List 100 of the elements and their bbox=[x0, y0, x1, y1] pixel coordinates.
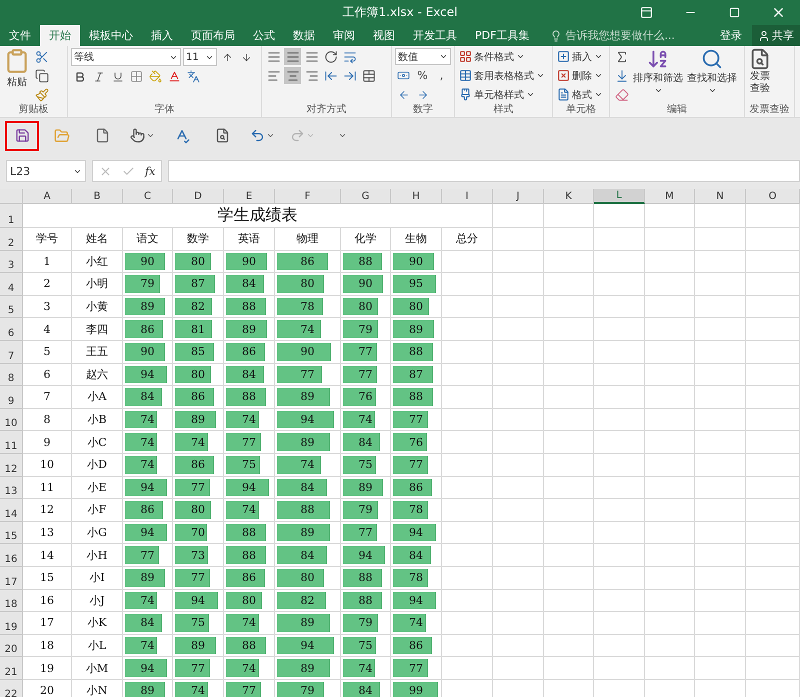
cancel-icon[interactable] bbox=[99, 164, 112, 178]
empty-cell[interactable] bbox=[695, 250, 746, 274]
empty-cell[interactable] bbox=[493, 657, 544, 680]
row-header[interactable]: 14 bbox=[0, 499, 23, 522]
row-header[interactable]: 19 bbox=[0, 612, 23, 635]
empty-cell[interactable] bbox=[544, 340, 594, 364]
empty-cell[interactable] bbox=[493, 566, 544, 590]
empty-cell[interactable] bbox=[544, 431, 594, 454]
empty-cell[interactable] bbox=[544, 228, 594, 251]
column-header[interactable]: N bbox=[695, 189, 746, 204]
empty-cell[interactable] bbox=[645, 590, 695, 612]
column-header[interactable]: H bbox=[391, 189, 442, 204]
empty-cell[interactable] bbox=[594, 318, 645, 341]
empty-cell[interactable] bbox=[645, 657, 695, 680]
empty-cell[interactable] bbox=[695, 273, 746, 296]
empty-cell[interactable] bbox=[695, 296, 746, 318]
number-format-field[interactable]: 数值 bbox=[395, 48, 451, 65]
empty-cell[interactable] bbox=[746, 364, 800, 386]
row-header[interactable]: 4 bbox=[0, 273, 23, 296]
ribbon-tab[interactable]: 开始 bbox=[40, 25, 80, 46]
styles-menu-button[interactable]: 套用表格格式 bbox=[458, 67, 546, 84]
empty-cell[interactable] bbox=[695, 431, 746, 454]
empty-cell[interactable] bbox=[594, 499, 645, 522]
column-header[interactable]: D bbox=[173, 189, 224, 204]
tell-me-field[interactable]: 告诉我您想要做什么... bbox=[546, 25, 679, 46]
column-header[interactable]: L bbox=[594, 189, 645, 204]
column-header[interactable]: E bbox=[224, 189, 275, 204]
row-header[interactable]: 17 bbox=[0, 566, 23, 590]
empty-cell[interactable] bbox=[746, 476, 800, 500]
select-all-button[interactable] bbox=[0, 189, 23, 204]
percent-style-button[interactable]: % bbox=[414, 67, 431, 84]
empty-cell[interactable] bbox=[442, 657, 493, 680]
empty-cell[interactable] bbox=[544, 204, 594, 228]
row-header[interactable]: 7 bbox=[0, 340, 23, 364]
enter-icon[interactable] bbox=[122, 164, 135, 178]
empty-cell[interactable] bbox=[544, 522, 594, 544]
empty-cell[interactable] bbox=[493, 544, 544, 567]
empty-cell[interactable] bbox=[442, 273, 493, 296]
empty-cell[interactable] bbox=[746, 204, 800, 228]
cells-menu-button[interactable]: 删除 bbox=[556, 67, 604, 84]
row-header[interactable]: 16 bbox=[0, 544, 23, 567]
empty-cell[interactable] bbox=[493, 408, 544, 432]
empty-cell[interactable] bbox=[695, 590, 746, 612]
empty-cell[interactable] bbox=[442, 340, 493, 364]
middle-align-button[interactable] bbox=[284, 48, 301, 65]
empty-cell[interactable] bbox=[493, 431, 544, 454]
empty-cell[interactable] bbox=[746, 228, 800, 251]
row-header[interactable]: 22 bbox=[0, 680, 23, 697]
empty-cell[interactable] bbox=[645, 250, 695, 274]
empty-cell[interactable] bbox=[746, 296, 800, 318]
copy-button[interactable] bbox=[33, 67, 50, 84]
empty-cell[interactable] bbox=[746, 590, 800, 612]
empty-cell[interactable] bbox=[645, 612, 695, 635]
empty-cell[interactable] bbox=[645, 273, 695, 296]
align-center-button[interactable] bbox=[284, 67, 301, 84]
save-button[interactable] bbox=[5, 120, 39, 150]
empty-cell[interactable] bbox=[695, 318, 746, 341]
empty-cell[interactable] bbox=[645, 544, 695, 567]
empty-cell[interactable] bbox=[645, 476, 695, 500]
row-header[interactable]: 5 bbox=[0, 296, 23, 318]
empty-cell[interactable] bbox=[493, 204, 544, 228]
font-name-field[interactable]: 等线 bbox=[71, 48, 181, 66]
empty-cell[interactable] bbox=[746, 657, 800, 680]
empty-cell[interactable] bbox=[544, 454, 594, 477]
ribbon-tab[interactable]: 文件 bbox=[0, 25, 40, 46]
row-header[interactable]: 8 bbox=[0, 364, 23, 386]
empty-cell[interactable] bbox=[645, 318, 695, 341]
empty-cell[interactable] bbox=[645, 296, 695, 318]
empty-cell[interactable] bbox=[442, 544, 493, 567]
empty-cell[interactable] bbox=[695, 634, 746, 658]
row-header[interactable]: 3 bbox=[0, 250, 23, 274]
name-box[interactable]: L23 bbox=[6, 160, 86, 182]
empty-cell[interactable] bbox=[594, 566, 645, 590]
row-header[interactable]: 20 bbox=[0, 634, 23, 658]
empty-cell[interactable] bbox=[594, 364, 645, 386]
empty-cell[interactable] bbox=[594, 408, 645, 432]
ribbon-tab[interactable]: PDF工具集 bbox=[466, 25, 538, 46]
fill-color-button[interactable] bbox=[147, 68, 164, 85]
empty-cell[interactable] bbox=[746, 273, 800, 296]
empty-cell[interactable] bbox=[442, 590, 493, 612]
empty-cell[interactable] bbox=[594, 228, 645, 251]
empty-cell[interactable] bbox=[695, 386, 746, 409]
empty-cell[interactable] bbox=[442, 318, 493, 341]
empty-cell[interactable] bbox=[695, 454, 746, 477]
cells-menu-button[interactable]: 格式 bbox=[556, 86, 604, 103]
formula-input[interactable] bbox=[168, 160, 800, 182]
empty-cell[interactable] bbox=[544, 566, 594, 590]
empty-cell[interactable] bbox=[544, 590, 594, 612]
share-button[interactable]: 共享 bbox=[752, 25, 800, 46]
empty-cell[interactable] bbox=[493, 364, 544, 386]
row-header[interactable]: 21 bbox=[0, 657, 23, 680]
empty-cell[interactable] bbox=[493, 499, 544, 522]
empty-cell[interactable] bbox=[493, 250, 544, 274]
ribbon-tab[interactable]: 模板中心 bbox=[80, 25, 142, 46]
empty-cell[interactable] bbox=[493, 228, 544, 251]
empty-cell[interactable] bbox=[544, 476, 594, 500]
empty-cell[interactable] bbox=[746, 522, 800, 544]
empty-cell[interactable] bbox=[746, 544, 800, 567]
empty-cell[interactable] bbox=[746, 318, 800, 341]
empty-cell[interactable] bbox=[746, 340, 800, 364]
